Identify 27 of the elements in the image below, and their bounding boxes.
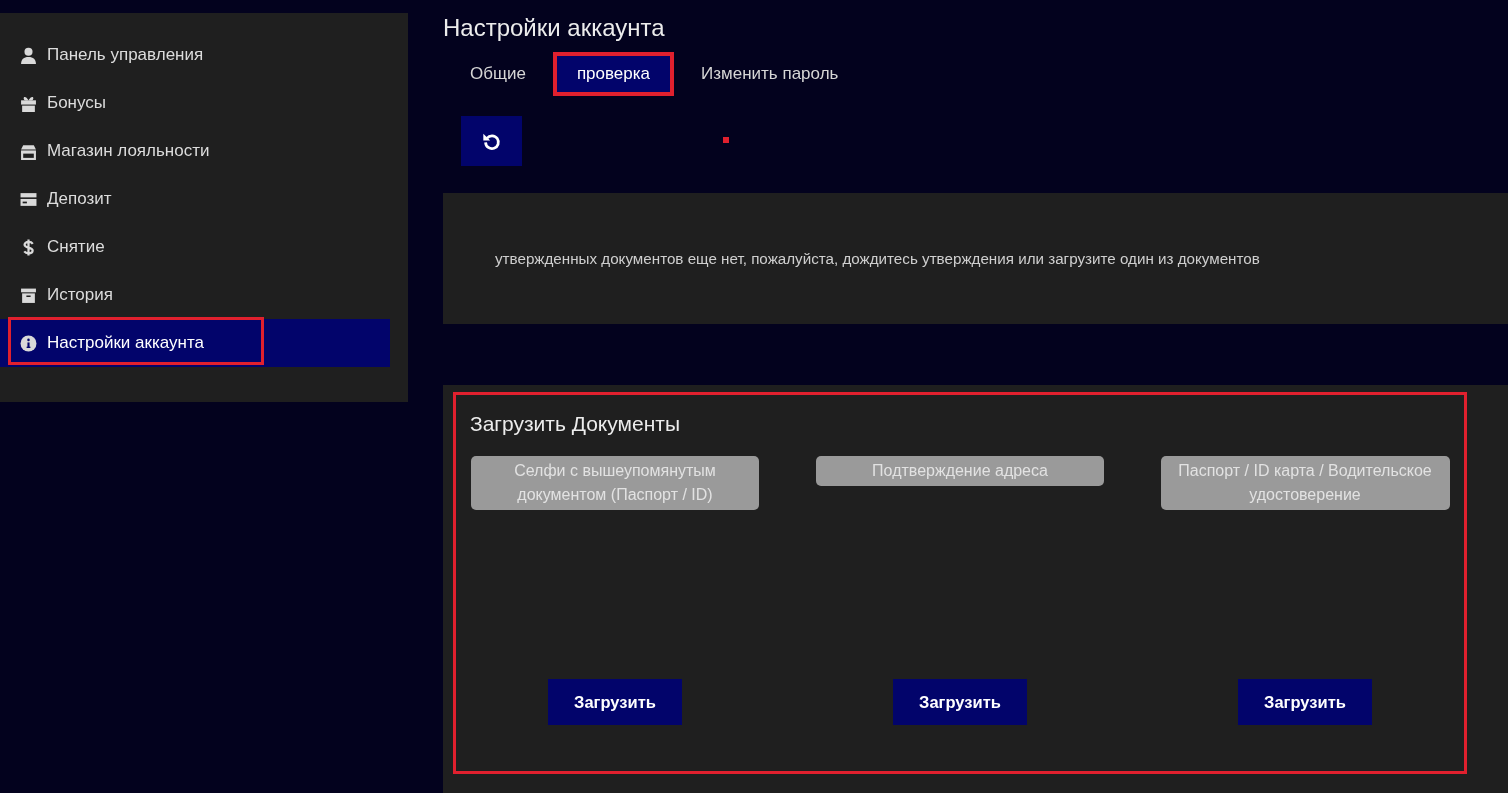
sidebar-item[interactable]: Снятие xyxy=(0,223,390,271)
tab[interactable]: проверка xyxy=(552,52,675,96)
sidebar-item[interactable]: Магазин лояльности xyxy=(0,127,390,175)
sidebar-item[interactable]: История xyxy=(0,271,390,319)
document-type-label: Селфи с вышеупомянутым документом (Паспорт / ID) xyxy=(471,456,759,510)
section-title: Загрузить Документы xyxy=(470,412,680,436)
upload-button[interactable]: Загрузить xyxy=(1238,679,1372,725)
sidebar-item[interactable]: Депозит xyxy=(0,175,390,223)
info-icon xyxy=(20,334,37,352)
refresh-button[interactable] xyxy=(461,116,522,166)
gift-icon xyxy=(20,94,37,112)
credit-card-icon xyxy=(20,190,37,208)
dollar-icon xyxy=(20,238,37,256)
sidebar-item[interactable]: Настройки аккаунта xyxy=(0,319,390,367)
upload-button[interactable]: Загрузить xyxy=(548,679,682,725)
document-type-label: Паспорт / ID карта / Водительское удостоверение xyxy=(1160,456,1450,510)
archive-box-icon xyxy=(20,286,37,304)
user-icon xyxy=(20,46,37,64)
sidebar-item[interactable]: Бонусы xyxy=(0,79,390,127)
notice-text: утвержденных документов еще нет, пожалуйста, дождитесь утверждения или загрузите один из документов xyxy=(495,250,1260,267)
store-icon xyxy=(20,142,37,160)
upload-button[interactable]: Загрузить xyxy=(893,679,1027,725)
sidebar-item[interactable]: Панель управления xyxy=(0,31,390,79)
tab[interactable]: Общие xyxy=(453,52,543,96)
tab[interactable]: Изменить пароль xyxy=(684,52,856,96)
page-title: Настройки аккаунта xyxy=(443,14,665,42)
document-type-label: Подтверждение адреса xyxy=(816,456,1104,486)
